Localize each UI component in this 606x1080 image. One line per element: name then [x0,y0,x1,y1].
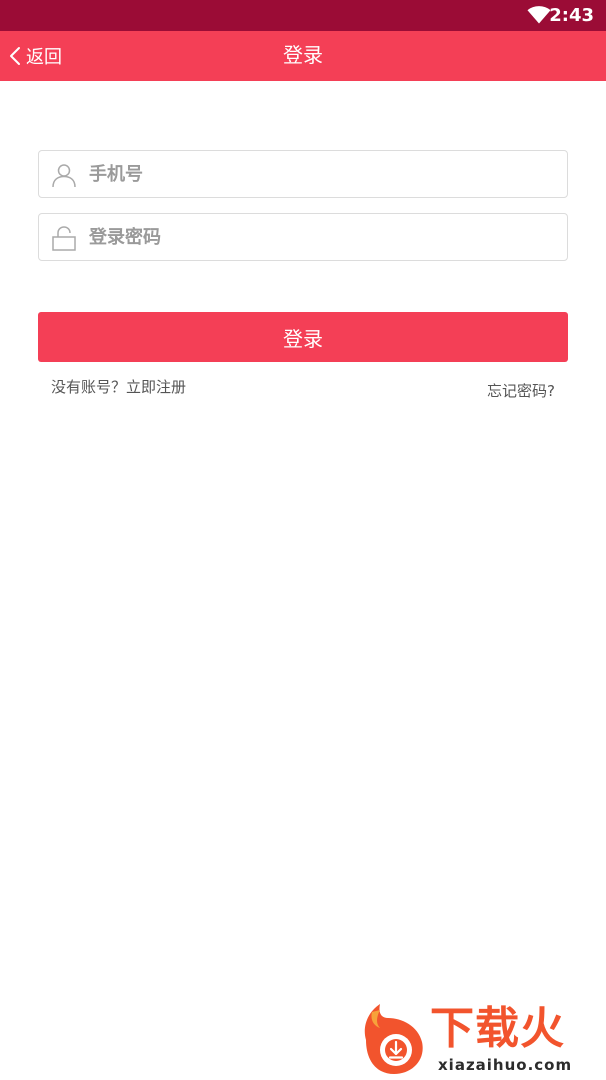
watermark: 下载火 xiazaihuo.com [358,1000,604,1078]
phone-input[interactable] [89,151,559,197]
brand-name: 下载火 [430,1003,565,1054]
login-button[interactable]: 登录 [38,312,568,362]
nav-bar: 返回 登录 [0,31,606,81]
brand-domain: xiazaihuo.com [438,1056,573,1074]
flame-logo-icon [364,1004,423,1074]
password-field[interactable] [38,213,568,261]
lock-icon [52,226,76,251]
page-title: 登录 [283,43,323,67]
phone-field[interactable] [38,150,568,198]
register-link[interactable]: 没有账号？立即注册 [51,376,186,397]
back-label: 返回 [26,47,62,68]
status-time: 2:43 [549,5,594,26]
login-screen: 2:43 返回 登录 登录 没有账号？立即注册 忘记密码? [0,0,606,1080]
password-input[interactable] [89,214,559,260]
back-button[interactable]: 返回 [8,41,62,71]
chevron-left-icon [10,47,20,65]
wifi-icon [527,6,551,24]
user-icon [52,164,76,188]
status-bar: 2:43 [0,0,606,31]
forgot-password-link[interactable]: 忘记密码? [487,380,555,401]
